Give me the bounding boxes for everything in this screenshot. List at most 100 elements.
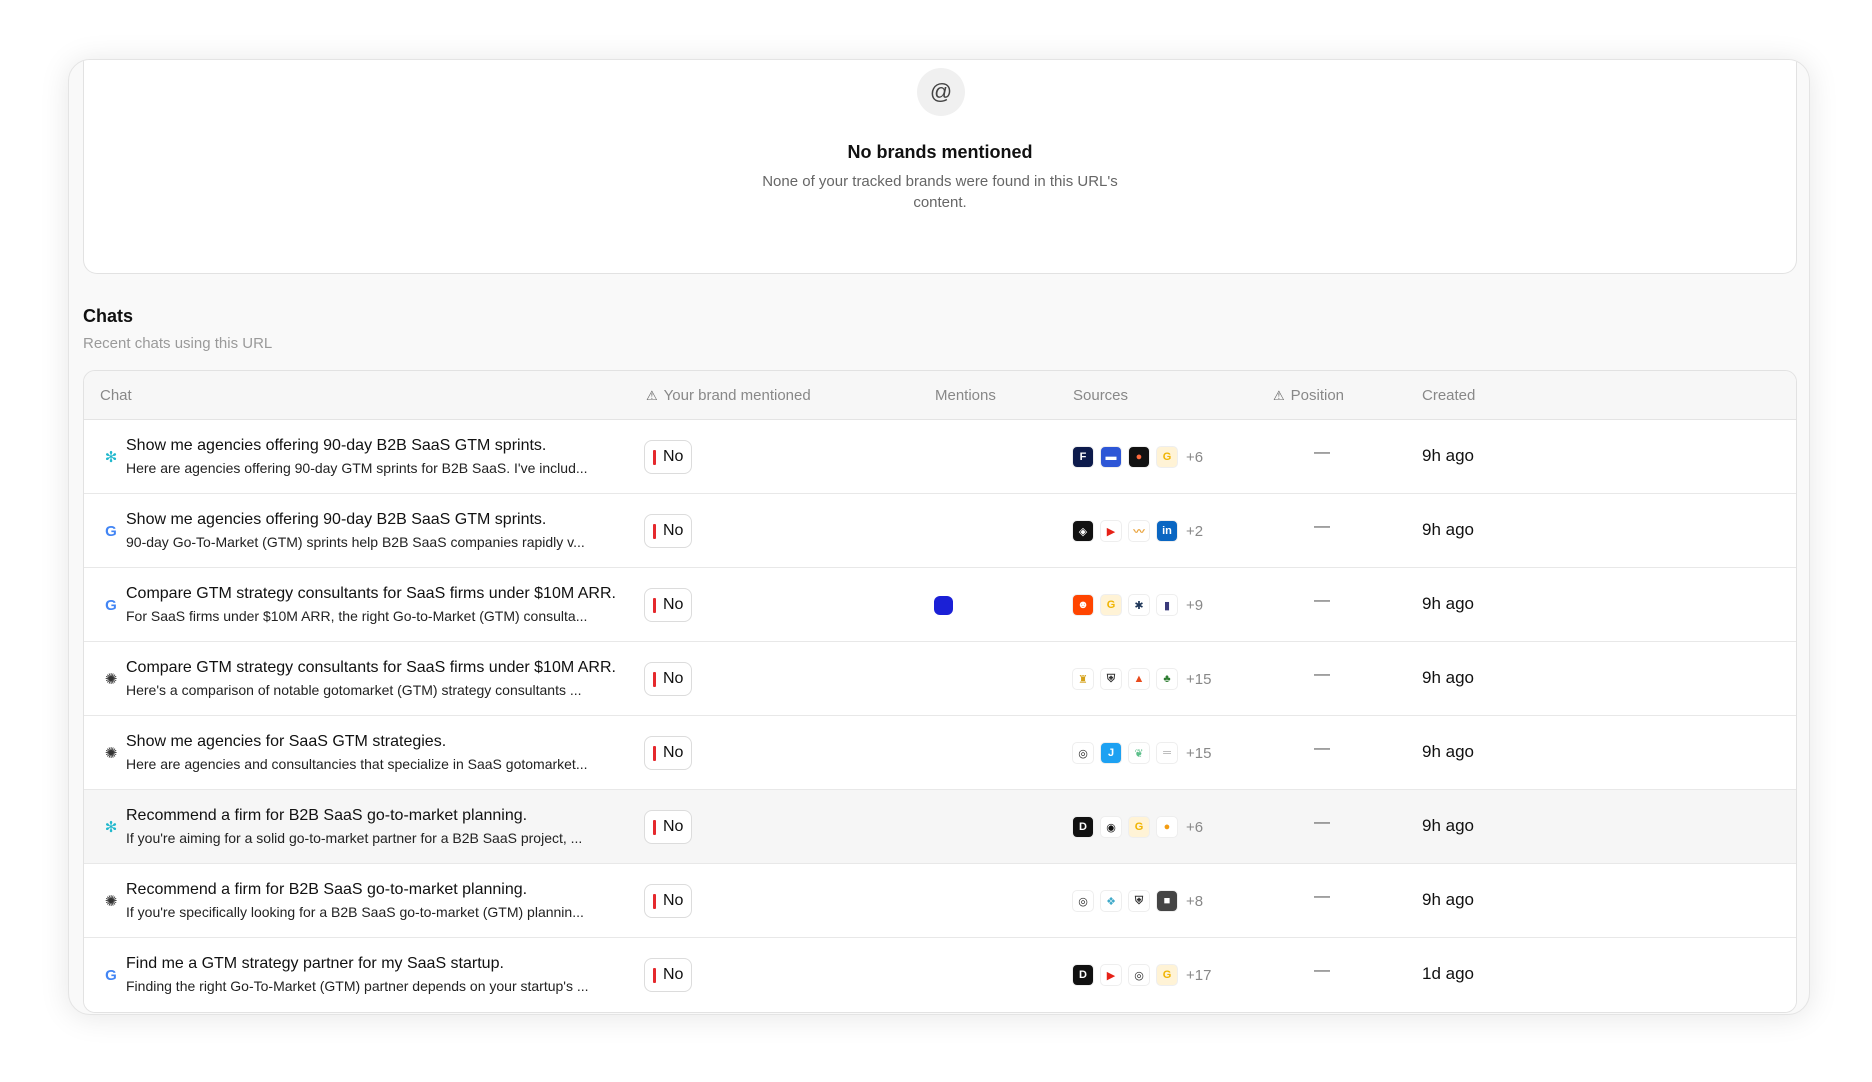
source-favicon-icon[interactable]: in [1156,520,1178,542]
table-row[interactable]: ✻ Show me agencies offering 90-day B2B Sa… [84,420,1796,494]
source-favicon-icon[interactable]: ⛨ [1100,668,1122,690]
chat-title: Find me a GTM strategy partner for my Sa… [126,955,504,972]
sources-more-count[interactable]: +15 [1186,745,1211,762]
created-value: 9h ago [1422,594,1474,613]
chat-title: Show me agencies offering 90-day B2B Saa… [126,437,547,454]
source-favicon-icon[interactable]: ❖ [1100,890,1122,912]
table-row[interactable]: ✺ Compare GTM strategy consultants for Sa… [84,642,1796,716]
status-bar-icon [653,893,656,909]
col-mentions[interactable]: Mentions [935,387,996,404]
table-row[interactable]: ✺ Show me agencies for SaaS GTM strategie… [84,716,1796,790]
table-row[interactable]: G Compare GTM strategy consultants for Sa… [84,568,1796,642]
status-bar-icon [653,523,656,539]
sources-list[interactable]: D ▶ ◎ G +17 [1072,964,1211,986]
source-favicon-icon[interactable]: 〰 [1128,520,1150,542]
position-value: — [1314,740,1330,757]
chatgpt-icon: ✺ [104,671,118,688]
sources-more-count[interactable]: +8 [1186,893,1203,910]
source-favicon-icon[interactable]: ☻ [1072,594,1094,616]
source-favicon-icon[interactable]: ❦ [1128,742,1150,764]
source-favicon-icon[interactable]: ▬ [1100,446,1122,468]
source-favicon-icon[interactable]: G [1156,964,1178,986]
status-bar-icon [653,819,656,835]
at-icon: @ [917,68,965,116]
chat-preview: 90-day Go-To-Market (GTM) sprints help B… [126,534,585,550]
source-favicon-icon[interactable]: D [1072,964,1094,986]
col-brand-mentioned[interactable]: ⚠ Your brand mentioned [646,387,811,404]
chat-preview: If you're aiming for a solid go-to-marke… [126,830,583,846]
source-favicon-icon[interactable]: ▶ [1100,520,1122,542]
brand-mentioned-value: No [663,596,684,613]
source-favicon-icon[interactable]: D [1072,816,1094,838]
source-favicon-icon[interactable]: G [1100,594,1122,616]
status-bar-icon [653,967,656,983]
source-favicon-icon[interactable]: G [1156,446,1178,468]
position-value: — [1314,518,1330,535]
sources-more-count[interactable]: +17 [1186,967,1211,984]
col-position[interactable]: ⚠ Position [1273,387,1344,404]
source-favicon-icon[interactable]: ▲ [1128,668,1150,690]
sources-more-count[interactable]: +9 [1186,597,1203,614]
source-favicon-icon[interactable]: ◉ [1100,816,1122,838]
col-sources[interactable]: Sources [1073,387,1128,404]
source-favicon-icon[interactable]: ◎ [1072,742,1094,764]
source-favicon-icon[interactable]: ◎ [1128,964,1150,986]
table-row[interactable]: G Show me agencies offering 90-day B2B Sa… [84,494,1796,568]
table-header: Chat ⚠ Your brand mentioned Mentions Sour… [84,371,1796,420]
sources-list[interactable]: F ▬ ● G +6 [1072,446,1203,468]
chats-section-subtitle: Recent chats using this URL [83,335,273,352]
brand-mentioned-badge: No [644,736,693,770]
col-chat[interactable]: Chat [100,387,132,404]
source-favicon-icon[interactable]: ◈ [1072,520,1094,542]
chats-table: Chat ⚠ Your brand mentioned Mentions Sour… [83,370,1797,1013]
created-value: 1d ago [1422,964,1474,983]
position-value: — [1314,666,1330,683]
source-favicon-icon[interactable]: ■ [1156,890,1178,912]
source-favicon-icon[interactable]: ▶ [1100,964,1122,986]
google-icon: G [105,522,117,540]
chat-title: Show me agencies offering 90-day B2B Saa… [126,511,547,528]
source-favicon-icon[interactable]: ◎ [1072,890,1094,912]
position-value: — [1314,888,1330,905]
table-row[interactable]: ✺ Recommend a firm for B2B SaaS go-to-mar… [84,864,1796,938]
sources-more-count[interactable]: +2 [1186,523,1203,540]
col-sources-label: Sources [1073,387,1129,404]
source-favicon-icon[interactable]: ● [1156,816,1178,838]
source-favicon-icon[interactable]: ▮ [1156,594,1178,616]
source-favicon-icon[interactable]: ═ [1156,742,1178,764]
source-favicon-icon[interactable]: G [1128,816,1150,838]
source-favicon-icon[interactable]: ✱ [1128,594,1150,616]
chat-preview: Finding the right Go-To-Market (GTM) par… [126,978,589,994]
source-favicon-icon[interactable]: F [1072,446,1094,468]
created-value: 9h ago [1422,668,1474,687]
source-favicon-icon[interactable]: ● [1128,446,1150,468]
sources-list[interactable]: ◎ J ❦ ═ +15 [1072,742,1211,764]
sources-more-count[interactable]: +6 [1186,449,1203,466]
perplexity-icon: ✻ [104,449,118,466]
table-row[interactable]: G Find me a GTM strategy partner for my S… [84,938,1796,1012]
empty-state-title: No brands mentioned [847,142,1033,162]
col-created[interactable]: Created [1422,387,1475,404]
source-favicon-icon[interactable]: J [1100,742,1122,764]
no-brands-card: @ No brands mentioned None of your track… [83,60,1797,274]
position-value: — [1314,444,1330,461]
perplexity-icon: ✻ [104,819,118,836]
mention-brand-icon[interactable] [934,596,953,615]
sources-more-count[interactable]: +6 [1186,819,1203,836]
sources-more-count[interactable]: +15 [1186,671,1211,688]
brand-mentioned-value: No [663,448,684,465]
brand-mentioned-badge: No [644,514,693,548]
chat-preview: For SaaS firms under $10M ARR, the right… [126,608,588,624]
table-body: ✻ Show me agencies offering 90-day B2B Sa… [84,420,1796,1012]
source-favicon-icon[interactable]: ♣ [1156,668,1178,690]
source-favicon-icon[interactable]: ⛨ [1128,890,1150,912]
chats-section-title: Chats [83,306,134,326]
sources-list[interactable]: ♜ ⛨ ▲ ♣ +15 [1072,668,1211,690]
source-favicon-icon[interactable]: ♜ [1072,668,1094,690]
table-row[interactable]: ✻ Recommend a firm for B2B SaaS go-to-mar… [84,790,1796,864]
sources-list[interactable]: D ◉ G ● +6 [1072,816,1203,838]
sources-list[interactable]: ◎ ❖ ⛨ ■ +8 [1072,890,1203,912]
sources-list[interactable]: ◈ ▶ 〰 in +2 [1072,520,1203,542]
status-bar-icon [653,745,656,761]
sources-list[interactable]: ☻ G ✱ ▮ +9 [1072,594,1203,616]
